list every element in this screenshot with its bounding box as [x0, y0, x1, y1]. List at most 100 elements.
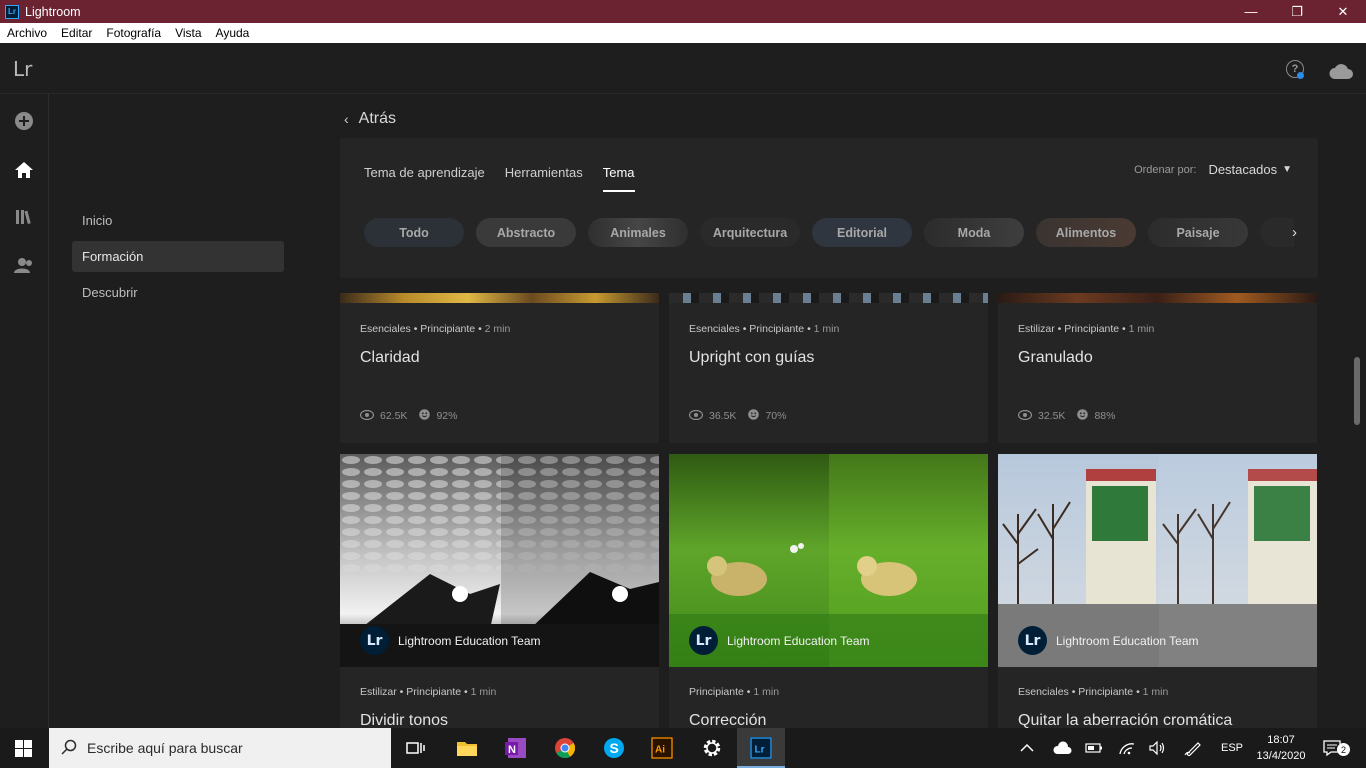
sort-label: Ordenar por: — [1134, 163, 1197, 176]
settings-icon[interactable] — [700, 736, 724, 760]
illustrator-icon[interactable]: Ai — [650, 736, 674, 760]
chip-animales[interactable]: Animales — [588, 218, 688, 247]
scrollbar[interactable] — [1354, 357, 1360, 425]
card-views: 36.5K — [709, 410, 737, 422]
menu-bar: Archivo Editar Fotografía Vista Ayuda — [0, 23, 1366, 43]
card-author: Lr Lightroom Education Team — [360, 626, 541, 655]
card-tags: Estilizar • Principiante • — [1018, 323, 1126, 335]
eye-icon — [688, 409, 704, 423]
subnav-inicio[interactable]: Inicio — [72, 205, 284, 236]
card-tags: Esenciales • Principiante • — [689, 323, 811, 335]
task-view-icon[interactable] — [404, 736, 428, 760]
svg-text:Lr: Lr — [755, 745, 765, 756]
taskbar: Escribe aquí para buscar N S Ai Lr ESP 1… — [0, 728, 1366, 768]
cloud-icon[interactable] — [1328, 62, 1354, 85]
tutorial-card[interactable]: Estilizar • Principiante • 1 min Granula… — [998, 293, 1317, 443]
clock-date: 13/4/2020 — [1256, 750, 1306, 762]
back-button[interactable]: ‹ Atrás — [344, 110, 396, 128]
wifi-icon[interactable] — [1118, 728, 1136, 768]
tab-herramientas[interactable]: Herramientas — [505, 165, 583, 192]
smiley-icon — [1077, 409, 1089, 423]
tab-tema-aprendizaje[interactable]: Tema de aprendizaje — [364, 165, 485, 192]
card-duration: 1 min — [753, 686, 780, 698]
smiley-icon — [748, 409, 760, 423]
menu-vista[interactable]: Vista — [168, 26, 208, 40]
chip-alimentos[interactable]: Alimentos — [1036, 218, 1136, 247]
taskbar-search[interactable]: Escribe aquí para buscar — [49, 728, 391, 768]
onenote-icon[interactable]: N — [504, 736, 528, 760]
chip-abstracto[interactable]: Abstracto — [476, 218, 576, 247]
tutorial-card[interactable]: Lr Lightroom Education Team Principiante… — [669, 454, 988, 728]
card-author: Lr Lightroom Education Team — [1018, 626, 1199, 655]
chip-editorial[interactable]: Editorial — [812, 218, 912, 247]
card-stats: 36.5K 70% — [688, 409, 786, 423]
left-rail — [0, 94, 49, 728]
chrome-icon[interactable] — [553, 736, 577, 760]
lightroom-icon[interactable]: Lr — [749, 736, 773, 760]
card-title: Upright con guías — [689, 349, 815, 366]
notifications-icon[interactable]: 2 — [1323, 728, 1350, 768]
sort-value[interactable]: Destacados — [1208, 162, 1277, 177]
maximize-button[interactable]: ❐ — [1274, 0, 1320, 23]
subnav-formacion[interactable]: Formación — [72, 241, 284, 272]
card-meta: Esenciales • Principiante • 2 min — [360, 323, 510, 335]
svg-text:S: S — [610, 740, 619, 756]
card-duration: 1 min — [1128, 323, 1155, 335]
clock[interactable]: 18:07 13/4/2020 — [1255, 728, 1307, 768]
minimize-button[interactable]: — — [1228, 0, 1274, 23]
card-author: Lr Lightroom Education Team — [689, 626, 870, 655]
lightroom-logo: Lr — [13, 57, 33, 81]
volume-icon[interactable] — [1148, 728, 1166, 768]
card-meta: Principiante • 1 min — [689, 686, 779, 698]
menu-editar[interactable]: Editar — [54, 26, 99, 40]
chip-paisaje[interactable]: Paisaje — [1148, 218, 1248, 247]
chip-more[interactable] — [1260, 218, 1294, 247]
subnav-descubrir[interactable]: Descubrir — [72, 277, 284, 308]
menu-ayuda[interactable]: Ayuda — [209, 26, 257, 40]
lightroom-app-icon: Lr — [5, 4, 19, 19]
add-icon[interactable] — [14, 111, 34, 131]
author-name: Lightroom Education Team — [1056, 633, 1199, 648]
menu-fotografia[interactable]: Fotografía — [99, 26, 168, 40]
card-tags: Esenciales • Principiante • — [1018, 686, 1140, 698]
windows-start-icon[interactable] — [15, 740, 32, 762]
chevron-down-icon: ▼ — [1282, 164, 1292, 175]
people-icon[interactable] — [14, 255, 34, 275]
file-explorer-icon[interactable] — [455, 736, 479, 760]
tutorial-card[interactable]: Lr Lightroom Education Team Estilizar • … — [340, 454, 659, 728]
card-duration: 1 min — [470, 686, 497, 698]
pen-icon[interactable] — [1184, 728, 1202, 768]
input-language[interactable]: ESP — [1221, 728, 1243, 768]
home-icon[interactable] — [14, 160, 34, 180]
skype-icon[interactable]: S — [602, 736, 626, 760]
card-tags: Esenciales • Principiante • — [360, 323, 482, 335]
chip-arquitectura[interactable]: Arquitectura — [700, 218, 800, 247]
tutorial-card[interactable]: Lr Lightroom Education Team Esenciales •… — [998, 454, 1317, 728]
card-meta: Esenciales • Principiante • 1 min — [689, 323, 839, 335]
tutorial-card[interactable]: Esenciales • Principiante • 1 min Uprigh… — [669, 293, 988, 443]
battery-icon[interactable] — [1085, 728, 1103, 768]
window-title: Lightroom — [25, 4, 81, 19]
svg-text:N: N — [508, 744, 516, 756]
card-stats: 62.5K 92% — [359, 409, 457, 423]
search-icon — [61, 739, 77, 758]
chevron-right-icon[interactable]: › — [1292, 224, 1297, 241]
card-meta: Esenciales • Principiante • 1 min — [1018, 686, 1168, 698]
close-button[interactable]: ✕ — [1320, 0, 1366, 23]
card-duration: 1 min — [813, 323, 840, 335]
onedrive-icon[interactable] — [1052, 728, 1072, 768]
author-avatar: Lr — [1018, 626, 1047, 655]
card-views: 62.5K — [380, 410, 408, 422]
smiley-icon — [419, 409, 431, 423]
window-controls: — ❐ ✕ — [1228, 0, 1366, 23]
menu-archivo[interactable]: Archivo — [0, 26, 54, 40]
sort-control[interactable]: Ordenar por: Destacados ▼ — [1134, 162, 1292, 177]
library-icon[interactable] — [14, 207, 34, 227]
chip-todo[interactable]: Todo — [364, 218, 464, 247]
search-placeholder: Escribe aquí para buscar — [87, 740, 243, 756]
tab-tema[interactable]: Tema — [602, 165, 635, 192]
chevron-up-icon[interactable] — [1020, 728, 1034, 768]
card-duration: 1 min — [1142, 686, 1169, 698]
chip-moda[interactable]: Moda — [924, 218, 1024, 247]
tutorial-card[interactable]: Esenciales • Principiante • 2 min Clarid… — [340, 293, 659, 443]
